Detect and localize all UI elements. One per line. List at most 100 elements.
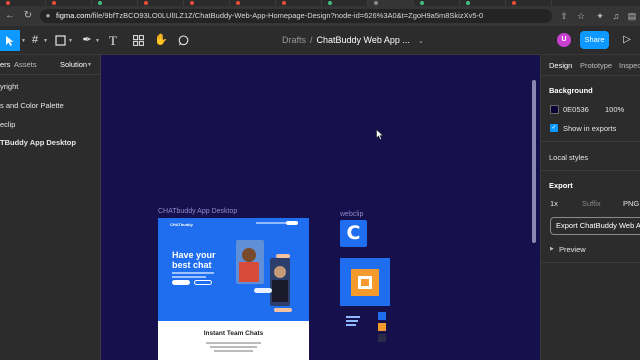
browser-address-bar: ← ↻ ● figma.com/file/9bfTzBCO93LO0LUlILZ… [0,6,640,26]
chevron-down-icon[interactable]: ⌄ [418,38,424,45]
layers-panel-tabs: ers Assets Solution ▼ [0,55,101,75]
figma-toolbar: ▼ # ▼ ▼ ✒ ▼ T ✋ Drafts / ChatBuddy Web App… [0,26,640,55]
mouse-cursor-icon [376,129,384,140]
share-page-icon[interactable]: ⇧ [558,10,570,22]
comment-tool-icon[interactable] [176,30,190,51]
file-breadcrumb: Drafts / ChatBuddy Web App ... ⌄ [282,33,424,49]
color-swatch [378,334,386,342]
pen-tool-menu-icon[interactable]: ▼ [95,38,100,44]
preview-toggle[interactable]: Preview [559,245,586,254]
background-color-swatch[interactable] [550,105,559,114]
layer-item[interactable]: eclip [0,120,15,129]
webclip-frame[interactable]: C [340,220,367,247]
chat-bubble [254,288,272,293]
layer-item[interactable]: TBuddy App Desktop [0,138,76,147]
hero-cta-primary [172,280,190,285]
webclip-logo: C [346,222,361,244]
rectangle-tool-icon[interactable] [53,30,67,51]
sidebar-icon[interactable]: ▤ [626,10,638,22]
page-selector-chevron-icon[interactable]: ▼ [87,62,92,68]
hand-tool-icon[interactable]: ✋ [154,30,168,51]
divider [541,262,640,263]
export-section-title: Export [549,181,573,190]
shape-tool-menu-icon[interactable]: ▼ [68,38,73,44]
layer-item[interactable]: yright [0,82,18,91]
bookmark-star-icon[interactable]: ☆ [575,10,587,22]
lock-icon: ● [45,11,51,20]
show-in-exports-checkbox[interactable]: ✓ [550,124,558,132]
breadcrumb-separator: / [310,35,313,45]
section-text [210,346,257,348]
tab-design[interactable]: Design [549,61,572,70]
desktop-frame[interactable]: CHATbuddy Have your best chat Instant Te… [158,218,309,360]
url-field[interactable]: ● figma.com/file/9bfTzBCO93LO0LUlILZ1Z/C… [40,9,552,23]
move-cursor-icon [6,36,14,46]
color-swatch [378,323,386,331]
app-icon-frame[interactable] [340,258,390,306]
export-format-select[interactable]: PNG [623,199,639,208]
local-styles-title: Local styles [549,153,589,162]
back-icon[interactable]: ← [4,10,16,22]
hero-photo-2 [270,258,290,306]
frame-label-webclip[interactable]: webclip [340,211,363,218]
frame-tool-icon[interactable]: # [28,30,42,51]
chat-bubble [276,254,290,258]
resources-tool-icon[interactable] [131,30,145,51]
color-palette-frame[interactable] [346,312,391,346]
divider [541,75,640,76]
reload-icon[interactable]: ↻ [22,10,34,22]
move-tool-menu-icon[interactable]: ▼ [21,38,26,44]
text-tool-icon[interactable]: T [106,30,120,51]
share-button[interactable]: Share [580,31,609,49]
hero-photo-1 [236,240,264,284]
palette-label [346,320,358,322]
frame-label-desktop[interactable]: CHATbuddy App Desktop [158,208,237,215]
tab-inspect[interactable]: Inspect [619,61,640,70]
tab-prototype[interactable]: Prototype [580,61,612,70]
color-swatch [378,312,386,320]
preview-chevron-icon[interactable]: ▶ [550,246,554,252]
canvas-scrollbar[interactable] [532,80,536,243]
show-in-exports-label: Show in exports [563,124,617,133]
section-text [214,350,253,352]
chat-bubble [274,308,292,312]
section-text [206,342,261,344]
hero-title-line2: best chat [172,260,212,270]
extensions-icon[interactable]: ✦ [594,10,606,22]
breadcrumb-drafts[interactable]: Drafts [282,35,306,45]
site-nav-button [286,221,298,225]
background-opacity-input[interactable]: 100% [605,105,624,114]
export-suffix-input[interactable]: Suffix [582,199,601,208]
design-panel: Design Prototype Inspect Background 0E05… [540,55,640,360]
hero-subtitle [172,276,206,278]
site-logo: CHATbuddy [170,222,193,227]
app-icon-inner-square [358,276,372,289]
layer-item[interactable]: s and Color Palette [0,101,64,110]
divider [541,170,640,171]
divider [541,141,640,142]
app-icon-center-square [361,279,369,286]
url-path: /file/9bfTzBCO93LO0LUlILZ1Z/ChatBuddy-We… [90,11,484,20]
background-hex-input[interactable]: 0E0536 [563,105,589,114]
frame-tool-menu-icon[interactable]: ▼ [43,38,48,44]
palette-label [346,324,356,326]
export-scale-select[interactable]: 1x [550,199,558,208]
hero-cta-secondary [194,280,212,285]
section-title: Instant Team Chats [203,330,264,337]
media-icon[interactable]: ♫ [610,10,622,22]
layers-panel: ers Assets Solution ▼ yright s and Color… [0,55,101,360]
move-tool[interactable] [0,30,20,51]
url-host: figma.com [56,11,91,20]
tab-layers[interactable]: ers [0,60,10,69]
hero-section: CHATbuddy Have your best chat [158,218,309,321]
hero-title-line1: Have your [172,250,216,260]
avatar[interactable]: U [557,33,571,47]
export-button[interactable]: Export ChatBuddy Web App [550,217,640,235]
pen-tool-icon[interactable]: ✒ [80,30,94,51]
app-icon-outer-square [351,269,379,296]
page-selector[interactable]: Solution [60,60,87,69]
hero-subtitle [172,272,214,274]
tab-assets[interactable]: Assets [14,60,37,69]
present-play-icon[interactable]: ▷ [620,33,634,47]
file-name[interactable]: ChatBuddy Web App ... [317,35,410,45]
